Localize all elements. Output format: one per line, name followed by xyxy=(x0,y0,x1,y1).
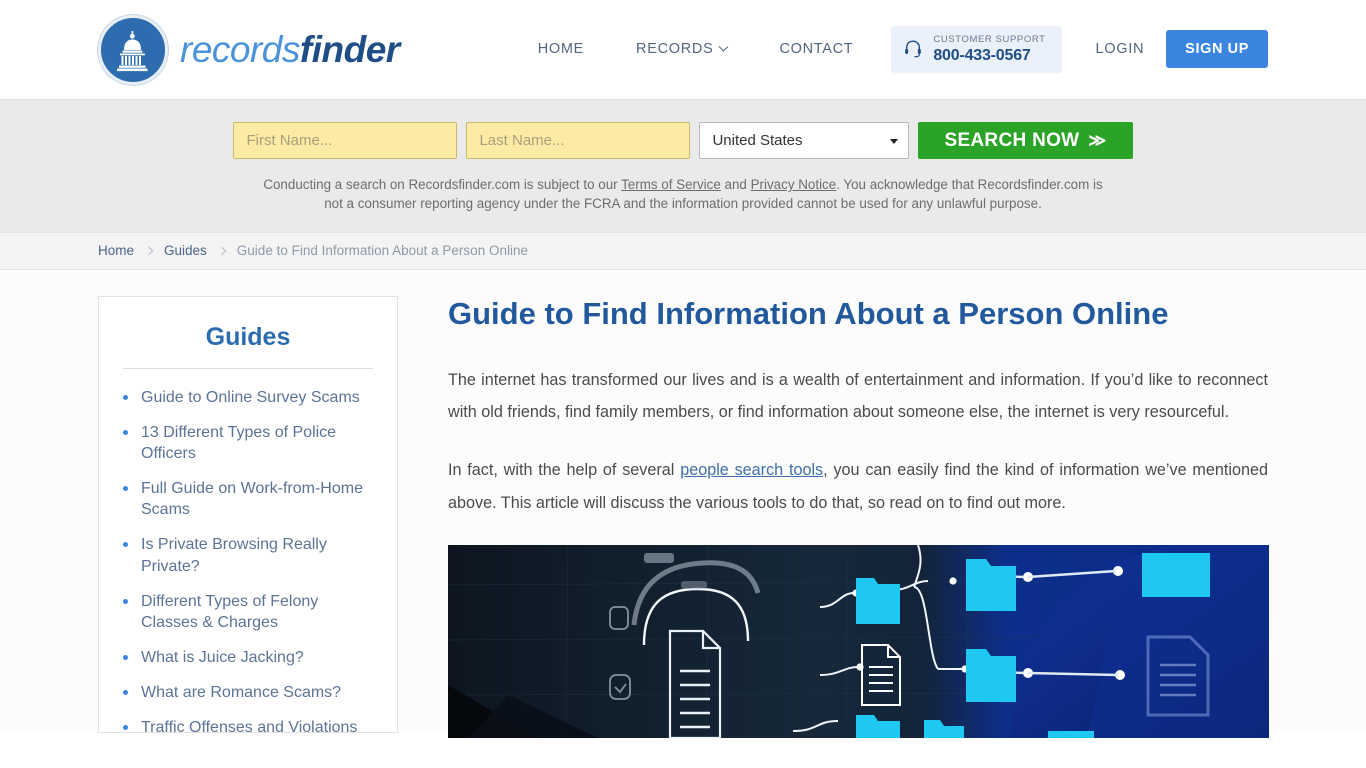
sidebar-item-private-browsing[interactable]: Is Private Browsing Really Private? xyxy=(141,536,327,574)
support-label: CUSTOMER SUPPORT xyxy=(933,34,1046,46)
sidebar-item-types-of-police-officers[interactable]: 13 Different Types of Police Officers xyxy=(141,424,336,462)
nav-item-contact[interactable]: CONTACT xyxy=(753,41,879,57)
list-item: What are Romance Scams? xyxy=(123,682,373,703)
page-content: Guides Guide to Online Survey Scams 13 D… xyxy=(0,269,1366,739)
sidebar-item-work-from-home-scams[interactable]: Full Guide on Work-from-Home Scams xyxy=(141,480,363,518)
headset-icon xyxy=(905,40,922,58)
dropdown-arrow-icon xyxy=(890,138,899,144)
chevron-down-icon xyxy=(719,41,729,52)
list-item: Is Private Browsing Really Private? xyxy=(123,534,373,576)
hero-illustration xyxy=(448,545,1269,739)
customer-support-box[interactable]: CUSTOMER SUPPORT 800-433-0567 xyxy=(891,26,1062,73)
nav-item-home[interactable]: HOME xyxy=(512,41,610,57)
article-paragraph-2: In fact, with the help of several people… xyxy=(448,454,1268,519)
guides-sidebar: Guides Guide to Online Survey Scams 13 D… xyxy=(98,295,398,733)
disclaimer-text-1: Conducting a search on Recordsfinder.com… xyxy=(263,177,622,192)
chevron-right-icon xyxy=(144,246,154,256)
sidebar-item-romance-scams[interactable]: What are Romance Scams? xyxy=(141,684,341,701)
nav-item-contact-label: CONTACT xyxy=(779,41,854,58)
country-select[interactable]: United States xyxy=(699,122,910,159)
support-phone: 800-433-0567 xyxy=(933,46,1031,64)
article-paragraph-1: The internet has transformed our lives a… xyxy=(448,370,1268,421)
sidebar-item-online-survey-scams[interactable]: Guide to Online Survey Scams xyxy=(141,389,360,406)
sidebar-item-felony-classes[interactable]: Different Types of Felony Classes & Char… xyxy=(141,593,318,631)
double-chevron-icon: ≫ xyxy=(1088,130,1107,150)
breadcrumb-item-current: Guide to Find Information About a Person… xyxy=(236,243,528,259)
terms-of-service-link[interactable]: Terms of Service xyxy=(621,177,721,192)
search-now-label: SEARCH NOW xyxy=(944,129,1080,151)
site-logo[interactable]: recordsfinder xyxy=(98,14,400,85)
nav-item-records-label: RECORDS xyxy=(636,41,714,58)
list-item: 13 Different Types of Police Officers xyxy=(123,422,373,464)
breadcrumb-bar: Home Guides Guide to Find Information Ab… xyxy=(0,231,1366,270)
article-main: Guide to Find Information About a Person… xyxy=(448,295,1269,739)
main-navigation: HOME RECORDS CONTACT CUSTOMER SUPPORT 80… xyxy=(512,26,1268,73)
nav-item-records[interactable]: RECORDS xyxy=(610,41,753,57)
logo-text-records: records xyxy=(180,29,300,70)
list-item: Full Guide on Work-from-Home Scams xyxy=(123,478,373,520)
sidebar-list: Guide to Online Survey Scams 13 Differen… xyxy=(123,387,373,732)
breadcrumb: Home Guides Guide to Find Information Ab… xyxy=(98,243,528,258)
search-now-button[interactable]: SEARCH NOW ≫ xyxy=(918,122,1133,159)
list-item: Guide to Online Survey Scams xyxy=(123,387,373,408)
logo-text-finder: finder xyxy=(299,29,400,70)
article-hero-image xyxy=(448,545,1269,739)
people-search-tools-link[interactable]: people search tools xyxy=(680,461,823,479)
sidebar-item-juice-jacking[interactable]: What is Juice Jacking? xyxy=(141,649,304,666)
list-item: Traffic Offenses and Violations xyxy=(123,717,373,732)
site-header: recordsfinder HOME RECORDS CONTACT CUSTO… xyxy=(0,0,1366,99)
list-item: Different Types of Felony Classes & Char… xyxy=(123,591,373,633)
sidebar-item-traffic-offenses[interactable]: Traffic Offenses and Violations xyxy=(141,719,357,732)
breadcrumb-item-guides[interactable]: Guides xyxy=(164,243,207,258)
search-form: United States SEARCH NOW ≫ xyxy=(0,122,1366,159)
chevron-right-icon xyxy=(217,246,227,256)
sidebar-divider xyxy=(123,367,373,369)
login-link[interactable]: LOGIN xyxy=(1074,41,1167,57)
logo-wordmark: recordsfinder xyxy=(180,31,400,68)
last-name-input[interactable] xyxy=(466,122,691,159)
privacy-notice-link[interactable]: Privacy Notice xyxy=(751,177,837,192)
page-title: Guide to Find Information About a Person… xyxy=(448,295,1169,331)
search-disclaimer: Conducting a search on Recordsfinder.com… xyxy=(263,175,1103,214)
breadcrumb-item-home[interactable]: Home xyxy=(98,243,134,258)
signup-button[interactable]: SIGN UP xyxy=(1166,30,1268,69)
capitol-dome-icon xyxy=(98,14,168,85)
nav-item-home-label: HOME xyxy=(537,41,585,58)
country-select-value: United States xyxy=(712,132,803,149)
sidebar-title: Guides xyxy=(205,322,291,351)
search-band: United States SEARCH NOW ≫ Conducting a … xyxy=(0,99,1366,232)
paragraph-2-text-1: In fact, with the help of several xyxy=(448,461,681,480)
disclaimer-text-2: and xyxy=(720,177,751,192)
list-item: What is Juice Jacking? xyxy=(123,647,373,668)
first-name-input[interactable] xyxy=(233,122,458,159)
capitol-dome-glyph xyxy=(117,30,148,71)
